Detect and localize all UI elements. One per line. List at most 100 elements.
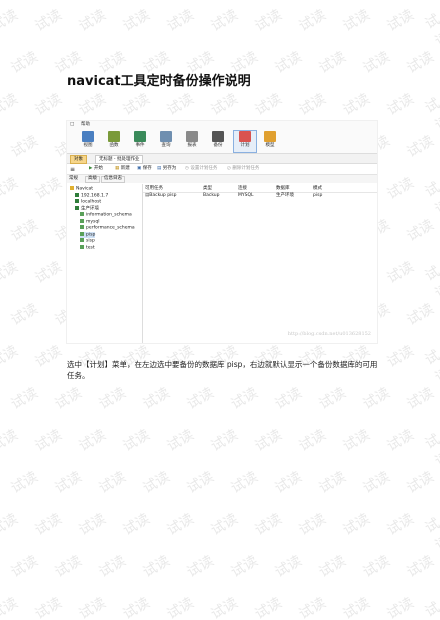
table-row[interactable]: ▤Backup pisp Backup MYSQL 生产环境 pisp (143, 193, 377, 199)
watermark-text: 试读 (140, 384, 173, 413)
watermark-text: 试读 (404, 216, 437, 245)
toolbar-button-1[interactable]: 函数 (103, 131, 125, 151)
tree-item-label: performance_schema (86, 225, 135, 231)
watermark-text: 试读 (8, 132, 41, 161)
col-schema: 模式 (313, 186, 322, 191)
toolbar-button-4[interactable]: 报表 (181, 131, 203, 151)
tree-item-label: 生产环境 (81, 206, 99, 211)
tab-objects[interactable]: 对象 (70, 155, 87, 164)
watermark-text: 试读 (360, 552, 393, 581)
hamburger-icon[interactable]: ≡ (70, 167, 75, 173)
toolbar-button-2[interactable]: 事件 (129, 131, 151, 151)
watermark-text: 试读 (272, 384, 305, 413)
toolbar-button-label: 模型 (265, 143, 275, 148)
watermark-text: 试读 (316, 552, 349, 581)
watermark-text: 试读 (296, 510, 329, 539)
watermark-text: 试读 (252, 426, 285, 455)
model-icon (264, 131, 276, 142)
watermark-text: 试读 (0, 258, 21, 287)
toolbar-button-label: 查询 (161, 143, 171, 148)
tree-item[interactable]: information_schema (80, 212, 132, 218)
tree-item[interactable]: performance_schema (80, 225, 135, 231)
watermark-text: 试读 (8, 384, 41, 413)
watermark-text: 试读 (316, 48, 349, 77)
tree-item-label: mysql (86, 219, 100, 224)
watermark-text: 试读 (164, 6, 197, 35)
tree-item[interactable]: mysql (80, 218, 100, 225)
watermark-text: 试读 (340, 594, 373, 620)
watermark-text: 试读 (184, 552, 217, 581)
tree-item[interactable]: localhost (75, 199, 101, 205)
watermark-text: 试读 (76, 6, 109, 35)
subtab-log[interactable]: 信息日志 (101, 176, 125, 183)
watermark-text: 试读 (96, 552, 129, 581)
watermark-text: 试读 (32, 342, 65, 371)
tree-item[interactable]: 生产环境 (75, 205, 99, 212)
watermark-text: 试读 (252, 90, 285, 119)
watermark-text: 试读 (208, 594, 241, 620)
watermark-text: 试读 (340, 510, 373, 539)
database-icon (80, 225, 84, 229)
connection-icon (70, 186, 74, 190)
main-toolbar: 视图 函数 事件 查询 报表 备份 计划 模型 (67, 129, 377, 154)
watermark-text: 试读 (422, 515, 440, 554)
menu-help[interactable]: 帮助 (81, 122, 90, 128)
delete-schedule-label: 删除计划任务 (232, 166, 260, 171)
watermark-text: 试读 (120, 594, 153, 620)
watermark-text: 试读 (96, 468, 129, 497)
set-schedule-button[interactable]: ◷ 设置计划任务 (185, 166, 217, 172)
watermark-text: 试读 (404, 552, 437, 581)
toolbar-button-label: 计划 (240, 143, 250, 148)
toolbar-button-label: 视图 (83, 143, 93, 148)
cell-database: 生产环境 (276, 193, 294, 198)
watermark-text: 试读 (32, 594, 65, 620)
watermark-text: 试读 (96, 384, 129, 413)
tree-item-label: Navicat (76, 186, 94, 192)
toolbar-button-3[interactable]: 查询 (155, 131, 177, 151)
tree-item[interactable]: 192.168.1.7 (75, 192, 108, 199)
watermark-text: 试读 (76, 426, 109, 455)
watermark-text: 试读 (422, 347, 440, 386)
watermark-text: 试读 (404, 48, 437, 77)
connection-icon (75, 199, 79, 203)
tab-batch-job[interactable]: 无标题 - 批处理作业 (95, 155, 144, 164)
blog-url-watermark: http://blog.csdn.net/u013628152 (287, 331, 371, 337)
toolbar-button-0[interactable]: 视图 (77, 131, 99, 151)
watermark-text: 试读 (422, 599, 440, 620)
tree-item[interactable]: Navicat (70, 186, 93, 192)
subtab-general[interactable]: 常规 (69, 176, 78, 182)
watermark-text: 试读 (32, 426, 65, 455)
save-as-button[interactable]: ▤ 另存为 (157, 166, 176, 172)
watermark-text: 试读 (422, 95, 440, 134)
function-icon (108, 131, 120, 142)
watermark-text: 试读 (140, 552, 173, 581)
tree-item[interactable]: pisp (80, 231, 96, 238)
watermark-text: 试读 (184, 468, 217, 497)
watermark-text: 试读 (384, 510, 417, 539)
watermark-text: 试读 (296, 90, 329, 119)
tree-item-label: sisp (86, 238, 95, 244)
watermark-text: 试读 (164, 426, 197, 455)
watermark-text: 试读 (316, 468, 349, 497)
new-button[interactable]: ▦ 新建 (115, 166, 130, 172)
tree-item[interactable]: test (80, 244, 95, 251)
watermark-text: 试读 (76, 594, 109, 620)
subtab-advanced[interactable]: 高级 (85, 176, 100, 183)
watermark-text: 试读 (208, 90, 241, 119)
backup-icon (212, 131, 224, 142)
toolbar-button-5[interactable]: 备份 (207, 131, 229, 151)
watermark-text: 试读 (296, 426, 329, 455)
start-button[interactable]: ▶ 开始 (89, 166, 103, 172)
delete-schedule-button[interactable]: ◶ 删除计划任务 (227, 166, 260, 172)
col-available-task: 可用任务 (145, 186, 163, 191)
toolbar-button-label: 备份 (213, 143, 223, 148)
toolbar-button-6[interactable]: 计划 (233, 130, 257, 153)
watermark-text: 试读 (32, 90, 65, 119)
tree-item[interactable]: sisp (80, 238, 95, 244)
cell-schema: pisp (313, 193, 323, 198)
toolbar-button-7[interactable]: 模型 (259, 131, 281, 151)
watermark-text: 试读 (0, 6, 21, 35)
action-bar: ≡ ▶ 开始 ▦ 新建 ▣ 保存 ▤ 另存为 ◷ 设置计划任务 ◶ 删除计划任务 (67, 164, 377, 175)
save-button[interactable]: ▣ 保存 (137, 166, 152, 172)
watermark-text: 试读 (252, 6, 285, 35)
